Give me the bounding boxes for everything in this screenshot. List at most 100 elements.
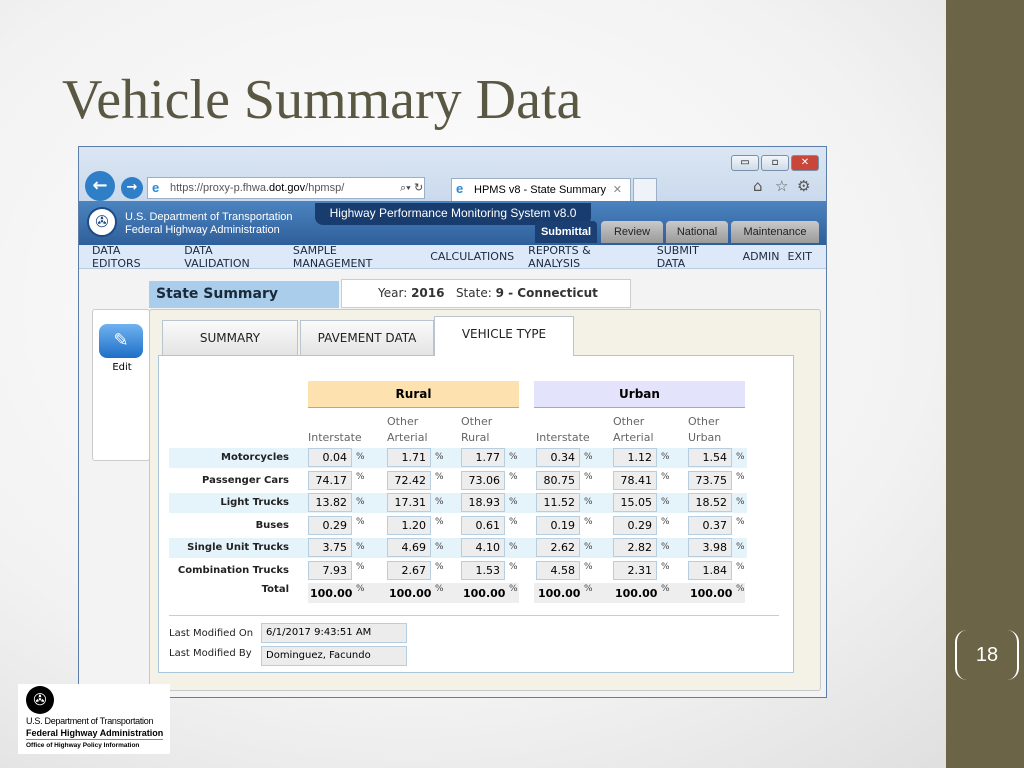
- percent-field[interactable]: 1.71: [387, 448, 431, 467]
- tab-pavement-data[interactable]: PAVEMENT DATA: [300, 320, 434, 356]
- percent-field[interactable]: 0.04: [308, 448, 352, 467]
- percent-unit: %: [736, 561, 745, 572]
- percent-unit: %: [509, 497, 518, 507]
- percent-field[interactable]: 0.34: [536, 448, 580, 467]
- menu-admin[interactable]: ADMIN: [743, 250, 780, 263]
- percent-field[interactable]: 4.69: [387, 538, 431, 557]
- percent-field[interactable]: 3.75: [308, 538, 352, 557]
- tab-maintenance[interactable]: Maintenance: [731, 221, 819, 243]
- percent-unit: %: [356, 497, 365, 507]
- percent-field[interactable]: 2.82: [613, 538, 657, 557]
- back-icon[interactable]: ←: [85, 171, 115, 201]
- percent-field[interactable]: 73.75: [688, 470, 732, 490]
- maximize-icon[interactable]: ▫: [761, 155, 789, 171]
- percent-field[interactable]: 3.98: [688, 538, 732, 557]
- percent-field[interactable]: 7.93: [308, 560, 352, 580]
- percent-field[interactable]: 1.84: [688, 560, 732, 580]
- urban-header: Urban: [534, 381, 745, 408]
- menu-submit-data[interactable]: SUBMIT DATA: [657, 244, 729, 270]
- percent-field[interactable]: 2.67: [387, 560, 431, 580]
- percent-unit: %: [736, 542, 745, 552]
- page-number: 18: [955, 630, 1019, 680]
- percent-field[interactable]: 80.75: [536, 470, 580, 490]
- menu-sample-management[interactable]: SAMPLE MANAGEMENT: [293, 244, 416, 270]
- percent-unit: %: [736, 452, 745, 462]
- column-header-line1: Other: [461, 415, 493, 428]
- new-tab-button[interactable]: [633, 178, 657, 202]
- browser-tab[interactable]: e HPMS v8 - State Summary ✕: [451, 178, 631, 202]
- refresh-icon[interactable]: ↻: [414, 178, 423, 198]
- percent-unit: %: [435, 452, 444, 462]
- percent-field[interactable]: 17.31: [387, 493, 431, 512]
- tab-review[interactable]: Review: [601, 221, 663, 243]
- favorites-star-icon[interactable]: ☆: [775, 177, 788, 195]
- edit-label[interactable]: Edit: [93, 362, 151, 373]
- tab-submittal[interactable]: Submittal: [535, 221, 597, 243]
- year-value: 2016: [411, 286, 445, 300]
- percent-field[interactable]: 73.06: [461, 470, 505, 490]
- percent-unit: %: [661, 542, 670, 552]
- dot-logo-icon: ✇: [26, 686, 54, 714]
- percent-unit: %: [661, 497, 670, 507]
- row-label: Motorcycles: [221, 452, 289, 463]
- search-icon[interactable]: ⌕▾: [400, 178, 411, 198]
- gear-icon[interactable]: ⚙: [797, 177, 810, 195]
- row-label: Combination Trucks: [177, 564, 289, 576]
- percent-field[interactable]: 11.52: [536, 493, 580, 512]
- percent-field[interactable]: 0.19: [536, 515, 580, 535]
- column-header-line1: Other: [387, 415, 419, 428]
- menu-exit[interactable]: EXIT: [788, 250, 812, 263]
- percent-field[interactable]: 74.17: [308, 470, 352, 490]
- percent-field[interactable]: 0.37: [688, 515, 732, 535]
- column-header-line1: Other: [613, 415, 645, 428]
- percent-unit: %: [736, 584, 745, 594]
- rural-header: Rural: [308, 381, 519, 408]
- percent-field[interactable]: 0.29: [308, 515, 352, 535]
- percent-unit: %: [661, 561, 670, 572]
- forward-icon[interactable]: →: [121, 177, 143, 199]
- percent-field[interactable]: 4.58: [536, 560, 580, 580]
- percent-field[interactable]: 18.93: [461, 493, 505, 512]
- percent-field[interactable]: 0.29: [613, 515, 657, 535]
- tab-vehicle-type[interactable]: VEHICLE TYPE: [434, 316, 574, 356]
- close-window-icon[interactable]: ✕: [791, 155, 819, 171]
- slide-title: Vehicle Summary Data: [62, 69, 582, 131]
- menu-data-editors[interactable]: DATA EDITORS: [92, 244, 170, 270]
- percent-unit: %: [584, 471, 593, 482]
- home-icon[interactable]: ⌂: [753, 177, 763, 195]
- percent-field[interactable]: 1.20: [387, 515, 431, 535]
- percent-field[interactable]: 2.62: [536, 538, 580, 557]
- percent-field[interactable]: 72.42: [387, 470, 431, 490]
- menu-calculations[interactable]: CALCULATIONS: [430, 250, 514, 263]
- percent-unit: %: [356, 584, 365, 594]
- tab-summary[interactable]: SUMMARY: [162, 320, 298, 356]
- address-bar[interactable]: e https://proxy-p.fhwa.dot.gov/hpmsp/ ⌕▾ ↻: [147, 177, 425, 199]
- minimize-icon[interactable]: ▭: [731, 155, 759, 171]
- menu-data-validation[interactable]: DATA VALIDATION: [184, 244, 279, 270]
- percent-field[interactable]: 0.61: [461, 515, 505, 535]
- percent-field[interactable]: 78.41: [613, 470, 657, 490]
- percent-field[interactable]: 15.05: [613, 493, 657, 512]
- edit-pencil-icon[interactable]: ✎: [99, 324, 143, 358]
- percent-field[interactable]: 4.10: [461, 538, 505, 557]
- close-tab-icon[interactable]: ✕: [613, 179, 622, 201]
- dot-logo-icon: ✇: [87, 207, 117, 237]
- org-line2: Federal Highway Administration: [125, 224, 280, 236]
- percent-field[interactable]: 2.31: [613, 560, 657, 580]
- percent-field[interactable]: 1.12: [613, 448, 657, 467]
- divider: [169, 615, 779, 616]
- edit-panel: ✎ Edit: [92, 309, 150, 461]
- tab-national[interactable]: National: [666, 221, 728, 243]
- percent-unit: %: [509, 516, 518, 527]
- percent-field[interactable]: 1.53: [461, 560, 505, 580]
- percent-field[interactable]: 13.82: [308, 493, 352, 512]
- percent-unit: %: [736, 516, 745, 527]
- menu-reports-analysis[interactable]: REPORTS & ANALYSIS: [528, 244, 643, 270]
- percent-field[interactable]: 1.54: [688, 448, 732, 467]
- percent-field[interactable]: 18.52: [688, 493, 732, 512]
- total-value: 100.00: [389, 587, 432, 600]
- percent-field[interactable]: 1.77: [461, 448, 505, 467]
- percent-unit: %: [435, 497, 444, 507]
- modified-by-label: Last Modified By: [169, 648, 252, 659]
- row-label: Single Unit Trucks: [187, 542, 289, 553]
